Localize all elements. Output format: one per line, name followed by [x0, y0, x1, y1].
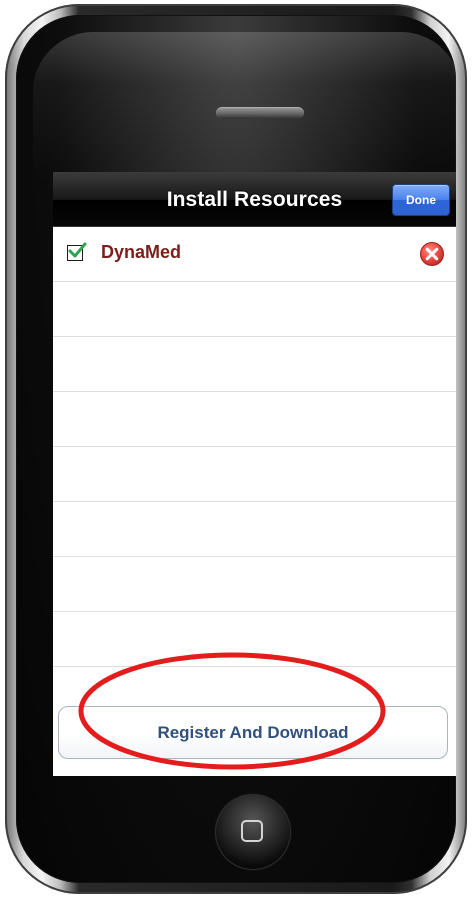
- register-and-download-button[interactable]: Register And Download: [58, 706, 448, 759]
- list-item: [53, 337, 456, 392]
- phone-body: Install Resources Done DynaMed Register …: [16, 15, 461, 883]
- list-item: [53, 447, 456, 502]
- list-item: [53, 612, 456, 667]
- resource-row-dynamed[interactable]: DynaMed: [53, 227, 456, 282]
- list-item: [53, 502, 456, 557]
- list-item: [53, 392, 456, 447]
- app-screen: Install Resources Done DynaMed Register …: [53, 172, 456, 776]
- resource-name: DynaMed: [101, 242, 182, 262]
- resource-list: DynaMed: [53, 227, 456, 703]
- speaker-grille: [216, 107, 304, 119]
- list-item: [53, 557, 456, 612]
- list-item: [53, 282, 456, 337]
- done-button[interactable]: Done: [392, 184, 450, 216]
- phone-frame: Install Resources Done DynaMed Register …: [5, 4, 467, 894]
- checkbox-checked-icon[interactable]: [67, 242, 87, 261]
- home-button[interactable]: [215, 794, 291, 870]
- bottom-action-area: Register And Download: [53, 703, 456, 776]
- home-square-icon: [241, 820, 263, 842]
- remove-circle-x-icon[interactable]: [419, 241, 445, 267]
- navigation-bar: Install Resources Done: [53, 172, 456, 227]
